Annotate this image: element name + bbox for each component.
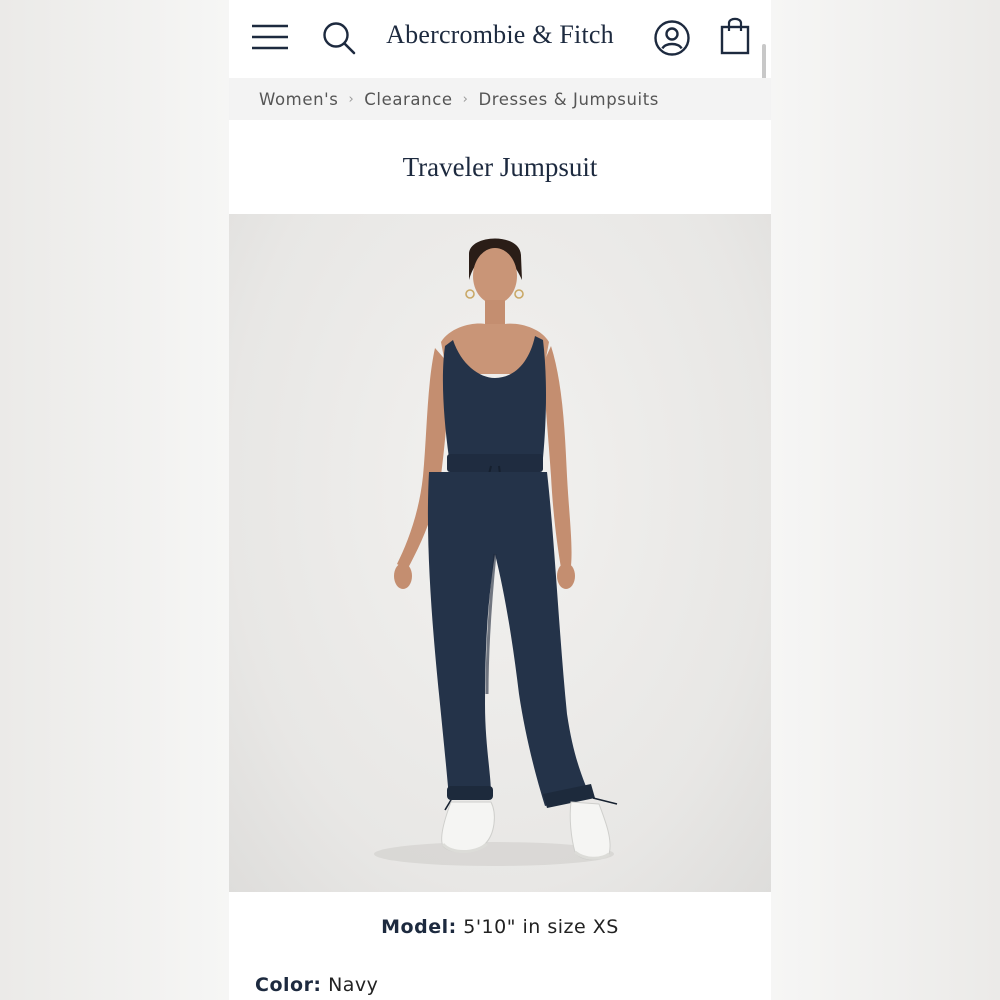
shopping-bag-icon[interactable] [719, 15, 751, 55]
model-value: 5'10" in size XS [463, 916, 619, 938]
breadcrumb: Women's › Clearance › Dresses & Jumpsuit… [229, 78, 771, 120]
breadcrumb-separator: › [348, 91, 355, 107]
site-header: Abercrombie & Fitch [229, 0, 771, 78]
color-info: Color: Navy [255, 974, 378, 996]
product-title: Traveler Jumpsuit [402, 152, 598, 182]
breadcrumb-clearance[interactable]: Clearance [364, 90, 452, 109]
breadcrumb-separator: › [462, 91, 469, 107]
model-label: Model: [381, 916, 457, 938]
breadcrumb-dresses-jumpsuits[interactable]: Dresses & Jumpsuits [478, 90, 659, 109]
color-value: Navy [328, 974, 379, 996]
color-label: Color: [255, 974, 322, 996]
background-right [771, 0, 1000, 1000]
account-icon[interactable] [653, 19, 691, 57]
model-info: Model: 5'10" in size XS [229, 916, 771, 938]
product-image[interactable] [229, 214, 771, 892]
background-left [0, 0, 229, 1000]
breadcrumb-womens[interactable]: Women's [259, 90, 338, 109]
mobile-page: Abercrombie & Fitch Women's › Clearance … [229, 0, 771, 1000]
